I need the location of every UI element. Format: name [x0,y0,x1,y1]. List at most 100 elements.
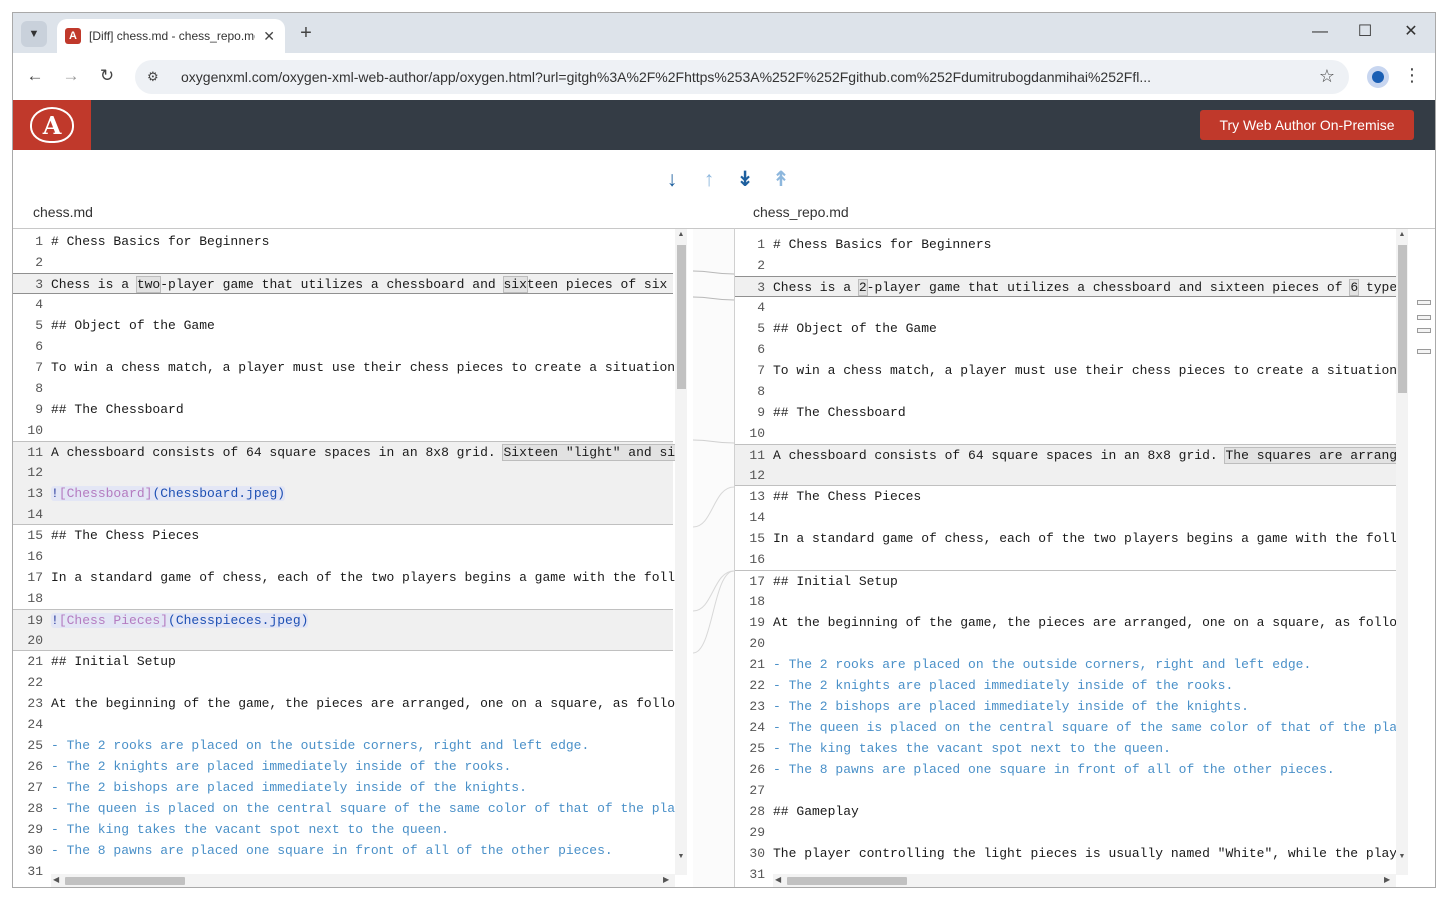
code-line[interactable]: 6 [13,336,673,357]
code-line[interactable]: 26 - The 8 pawns are placed one square in… [735,759,1396,780]
code-line[interactable]: 6 [735,339,1396,360]
code-line[interactable]: 27 [735,780,1396,801]
browser-tab[interactable]: A [Diff] chess.md - chess_repo.md ✕ [57,19,285,53]
code-line[interactable]: 26 - The 2 knights are placed immediately… [13,756,673,777]
overview-change-marker[interactable] [1417,300,1431,305]
scroll-up-icon[interactable]: ▲ [675,231,687,238]
right-vscroll-thumb[interactable] [1398,245,1407,393]
overview-change-marker[interactable] [1417,315,1431,320]
code-line[interactable]: 28 - The queen is placed on the central s… [13,798,683,819]
minimize-icon[interactable]: — [1308,21,1332,43]
left-editor[interactable]: 1 # Chess Basics for Beginners 2 3 Chess is … [13,228,693,887]
previous-change-icon[interactable]: ↑ [698,168,720,192]
kebab-menu-icon[interactable]: ⋮ [1403,65,1421,86]
code-line[interactable]: 2 [13,252,673,273]
code-line[interactable]: 20 [13,630,673,651]
code-line[interactable]: 21 ## Initial Setup [13,651,673,672]
code-line[interactable]: 19 ![Chess Pieces](Chesspieces.jpeg) [13,609,673,630]
left-vertical-scrollbar[interactable]: ▲ ▼ [675,229,687,875]
first-change-icon[interactable]: ↟ [770,168,792,192]
code-line[interactable]: 29 - The king takes the vacant spot next … [13,819,673,840]
code-line[interactable]: 8 [13,378,673,399]
code-line[interactable]: 29 [735,822,1396,843]
code-line[interactable]: 15 ## The Chess Pieces [13,525,673,546]
scroll-right-icon[interactable]: ▶ [1384,875,1390,884]
scroll-left-icon[interactable]: ◀ [53,875,59,884]
star-icon[interactable]: ☆ [1319,66,1335,87]
code-line[interactable]: 8 [735,381,1396,402]
code-line[interactable]: 3 Chess is a 2-player game that utilizes … [735,276,1405,297]
code-line[interactable]: 12 [13,462,673,483]
code-line[interactable]: 11 A chessboard consists of 64 square spa… [13,441,683,462]
tune-icon[interactable]: ⚙ [147,69,167,85]
arrow-left-icon[interactable]: ← [23,65,47,87]
code-line[interactable]: 17 ## Initial Setup [735,570,1396,591]
scroll-right-icon[interactable]: ▶ [663,875,669,884]
scroll-left-icon[interactable]: ◀ [775,875,781,884]
code-line[interactable]: 30 - The 8 pawns are placed one square in… [13,840,673,861]
code-line[interactable]: 22 - The 2 knights are placed immediately… [735,675,1396,696]
code-line[interactable]: 21 - The 2 rooks are placed on the outsid… [735,654,1396,675]
code-line[interactable]: 15 In a standard game of chess, each of t… [735,528,1405,549]
code-line[interactable]: 24 - The queen is placed on the central s… [735,717,1405,738]
code-line[interactable]: 14 [13,504,673,525]
code-line[interactable]: 16 [735,549,1396,570]
code-line[interactable]: 10 [735,423,1396,444]
code-line[interactable]: 1 # Chess Basics for Beginners [13,231,673,252]
code-line[interactable]: 9 ## The Chessboard [13,399,673,420]
code-line[interactable]: 9 ## The Chessboard [735,402,1396,423]
left-horizontal-scrollbar[interactable]: ◀ ▶ [51,874,675,887]
diff-overview-ruler[interactable] [1409,228,1435,887]
code-line[interactable]: 30 The player controlling the light piece… [735,843,1405,864]
code-line[interactable]: 10 [13,420,673,441]
code-line[interactable]: 18 [13,588,673,609]
code-line[interactable]: 4 [735,297,1396,318]
try-on-premise-button[interactable]: Try Web Author On-Premise [1200,110,1414,140]
address-bar[interactable]: ⚙ oxygenxml.com/oxygen-xml-web-author/ap… [135,60,1349,94]
code-line[interactable]: 25 - The king takes the vacant spot next … [735,738,1396,759]
code-line[interactable]: 27 - The 2 bishops are placed immediately… [13,777,673,798]
plus-icon[interactable]: + [295,22,317,44]
scroll-down-icon[interactable]: ▼ [675,853,687,860]
avatar-icon[interactable] [1367,66,1389,88]
left-hscroll-thumb[interactable] [65,877,185,885]
code-line[interactable]: 4 [13,294,673,315]
reload-icon[interactable]: ↻ [95,65,119,87]
scroll-up-icon[interactable]: ▲ [1396,231,1408,238]
code-line[interactable]: 7 To win a chess match, a player must use… [13,357,675,378]
code-line[interactable]: 23 - The 2 bishops are placed immediately… [735,696,1396,717]
left-vscroll-thumb[interactable] [677,245,686,389]
arrow-right-icon[interactable]: → [59,65,83,87]
code-line[interactable]: 12 [735,465,1396,486]
code-line[interactable]: 5 ## Object of the Game [735,318,1396,339]
code-line[interactable]: 18 [735,591,1396,612]
overview-change-marker[interactable] [1417,328,1431,333]
last-change-icon[interactable]: ↡ [734,168,756,192]
overview-change-marker[interactable] [1417,349,1431,354]
right-editor[interactable]: 1 # Chess Basics for Beginners 2 3 Chess is … [734,228,1409,887]
code-line[interactable]: 13 ![Chessboard](Chessboard.jpeg) [13,483,673,504]
code-line[interactable]: 3 Chess is a two-player game that utilize… [13,273,683,294]
oxygen-logo[interactable]: A [13,100,91,150]
code-line[interactable]: 17 In a standard game of chess, each of t… [13,567,683,588]
right-vertical-scrollbar[interactable]: ▲ ▼ [1396,229,1408,875]
code-line[interactable]: 22 [13,672,673,693]
code-line[interactable]: 19 At the beginning of the game, the piec… [735,612,1405,633]
chevron-down-icon[interactable]: ▼ [21,21,47,47]
code-line[interactable]: 24 [13,714,673,735]
code-line[interactable]: 25 - The 2 rooks are placed on the outsid… [13,735,673,756]
code-line[interactable]: 23 At the beginning of the game, the piec… [13,693,683,714]
maximize-icon[interactable]: ☐ [1353,21,1377,43]
code-line[interactable]: 1 # Chess Basics for Beginners [735,234,1396,255]
right-hscroll-thumb[interactable] [787,877,907,885]
code-line[interactable]: 2 [735,255,1396,276]
close-tab-icon[interactable]: ✕ [261,28,277,45]
code-line[interactable]: 20 [735,633,1396,654]
code-line[interactable]: 5 ## Object of the Game [13,315,673,336]
scroll-down-icon[interactable]: ▼ [1396,853,1408,860]
right-horizontal-scrollbar[interactable]: ◀ ▶ [773,874,1396,887]
url-text[interactable]: oxygenxml.com/oxygen-xml-web-author/app/… [181,69,1301,85]
code-line[interactable]: 7 To win a chess match, a player must use… [735,360,1397,381]
code-line[interactable]: 28 ## Gameplay [735,801,1396,822]
next-change-icon[interactable]: ↓ [661,168,683,192]
